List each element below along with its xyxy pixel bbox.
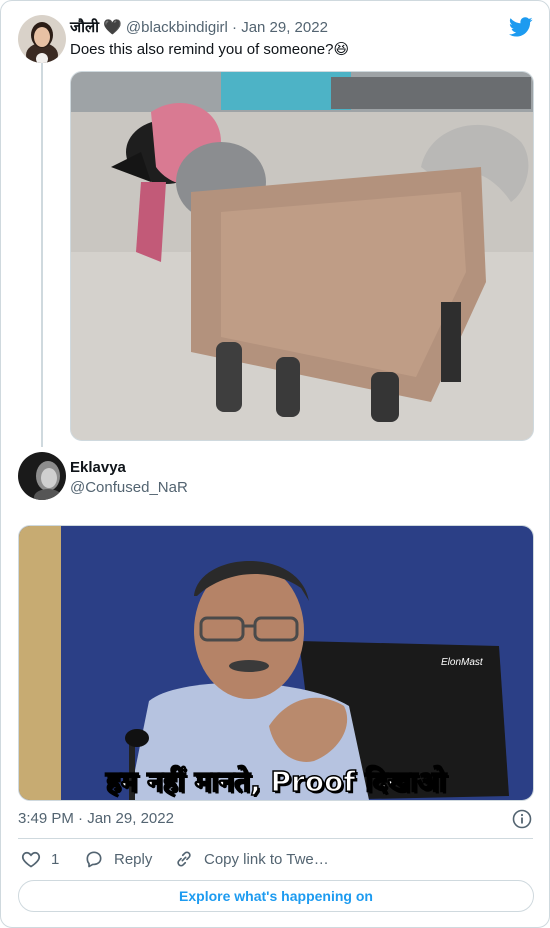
tweet1-header: जौली 🖤 @blackbindigirl · Jan 29, 2022 — [70, 17, 328, 37]
meme-caption: हम नहीं मानते, Proof दिखाओ — [105, 764, 447, 799]
tweet1-photo[interactable] — [70, 71, 534, 441]
handle[interactable]: @Confused_NaR — [70, 479, 188, 496]
meme-watermark: ElonMast — [441, 657, 483, 668]
divider — [18, 838, 533, 839]
display-name[interactable]: Eklavya — [70, 459, 126, 476]
like-button[interactable]: 1 — [21, 849, 59, 869]
handle-and-date[interactable]: @blackbindigirl · Jan 29, 2022 — [126, 19, 328, 36]
tweet2-meme-image[interactable]: ElonMast हम नहीं मानते, Proof दिखाओ — [18, 525, 534, 801]
explore-button[interactable]: Explore what's happening on — [18, 880, 534, 912]
thread-connector-line — [41, 63, 43, 447]
tweet-timestamp[interactable]: 3:49 PM · Jan 29, 2022 — [18, 810, 174, 827]
avatar-blackbindigirl[interactable] — [18, 15, 66, 63]
copy-link-button[interactable]: Copy link to Twe… — [174, 849, 329, 869]
twitter-logo-icon[interactable] — [508, 15, 533, 39]
embedded-tweet-card: जौली 🖤 @blackbindigirl · Jan 29, 2022 Do… — [0, 0, 550, 928]
reply-button[interactable]: Reply — [84, 849, 152, 869]
like-count: 1 — [51, 850, 60, 868]
heart-icon — [21, 851, 41, 868]
display-name[interactable]: जौली 🖤 — [70, 17, 122, 37]
copy-link-label: Copy link to Twe… — [204, 850, 329, 868]
reply-label: Reply — [114, 850, 153, 868]
info-icon[interactable] — [512, 809, 532, 829]
link-icon — [177, 851, 191, 867]
tweet1-text: Does this also remind you of someone?😆 — [70, 41, 350, 58]
reply-bubble-icon — [86, 851, 102, 868]
avatar-confused-nar[interactable] — [18, 452, 66, 500]
